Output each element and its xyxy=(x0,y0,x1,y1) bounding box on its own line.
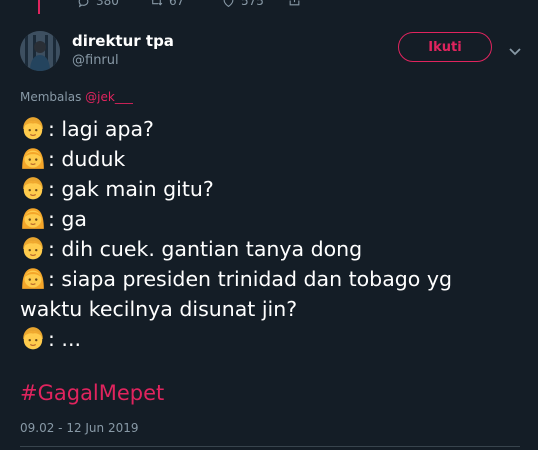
follow-button[interactable]: Ikuti xyxy=(398,32,492,62)
boy-emoji-icon xyxy=(20,115,46,141)
tweet-line: : gak main gitu? xyxy=(20,174,520,204)
tweet-timestamp[interactable]: 09.02 - 12 Jun 2019 xyxy=(20,421,139,435)
like-count: 575 xyxy=(241,0,264,8)
reply-mention[interactable]: @jek___ xyxy=(85,90,133,104)
girl-emoji-icon xyxy=(20,265,46,291)
reply-icon xyxy=(78,0,89,8)
more-options[interactable] xyxy=(509,41,521,60)
avatar[interactable] xyxy=(20,31,60,71)
girl-emoji-icon xyxy=(20,145,46,171)
share-icon xyxy=(289,0,300,6)
tweet-line: : ga xyxy=(20,204,520,234)
boy-emoji-icon xyxy=(20,235,46,261)
divider xyxy=(20,446,520,447)
reply-count: 380 xyxy=(96,0,119,8)
chevron-down-icon xyxy=(509,48,521,56)
heart-icon xyxy=(223,0,234,7)
reply-action[interactable]: 380 xyxy=(77,0,119,8)
tweet-line: waktu kecilnya disunat jin? xyxy=(20,297,298,321)
retweet-icon xyxy=(152,0,163,6)
boy-emoji-icon xyxy=(20,175,46,201)
tweet-line: : lagi apa? xyxy=(20,114,520,144)
retweet-count: 67 xyxy=(169,0,185,8)
hashtag-link[interactable]: #GagalMepet xyxy=(20,381,164,405)
author-handle[interactable]: @finrul xyxy=(72,53,119,68)
tweet-header: direktur tpa @finrul Ikuti xyxy=(20,31,521,71)
tweet-line: : siapa presiden trinidad dan tobago yg xyxy=(20,264,520,294)
tweet-line: : duduk xyxy=(20,144,520,174)
avatar-image xyxy=(20,31,60,71)
boy-emoji-icon xyxy=(20,325,46,351)
tweet-line: : dih cuek. gantian tanya dong xyxy=(20,234,520,264)
previous-tweet-actions: 380 67 575 xyxy=(0,0,538,12)
like-action[interactable]: 575 xyxy=(222,0,264,8)
retweet-action[interactable]: 67 xyxy=(150,0,184,8)
author-name[interactable]: direktur tpa xyxy=(72,32,174,50)
reply-prefix: Membalas xyxy=(20,90,82,104)
share-action[interactable] xyxy=(288,0,301,7)
reply-context: Membalas @jek___ xyxy=(20,90,133,104)
tweet-body: : lagi apa? : duduk : gak main gitu? : g… xyxy=(20,114,520,354)
girl-emoji-icon xyxy=(20,205,46,231)
tweet-line: : ... xyxy=(20,324,520,354)
